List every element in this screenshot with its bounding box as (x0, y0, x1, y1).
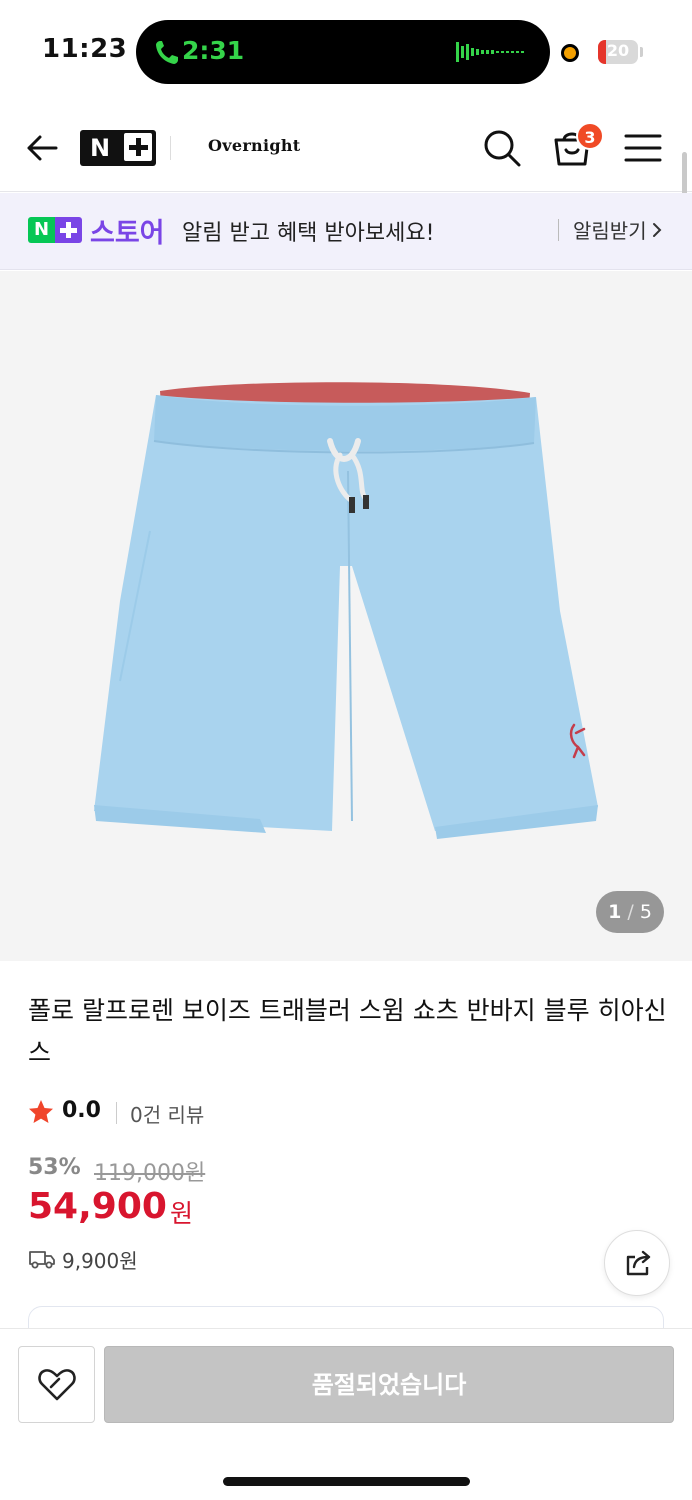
heart-icon (38, 1369, 76, 1401)
dynamic-island[interactable]: 2:31 (136, 20, 550, 84)
header-divider (170, 136, 171, 160)
banner-store-label: 스토어 (90, 218, 165, 249)
product-title: 폴로 랄프로렌 보이즈 트래블러 스윔 쇼츠 반바지 블루 히아신스 (28, 996, 667, 1067)
notification-banner[interactable]: N 스토어 알림 받고 혜택 받아보세요! 알림받기 (0, 193, 692, 270)
naver-n-mark: N (90, 134, 111, 162)
plus-icon (124, 133, 152, 161)
notify-me-button[interactable]: 알림받기 (573, 215, 647, 244)
share-button[interactable] (604, 1230, 670, 1296)
home-indicator[interactable] (223, 1477, 470, 1486)
mic-indicator-icon (561, 44, 579, 62)
bottom-action-bar: 품절되었습니다 (0, 1328, 692, 1500)
banner-divider (558, 219, 559, 241)
naver-plus-logo[interactable]: N (80, 130, 156, 166)
hamburger-menu-icon[interactable] (624, 132, 662, 164)
top-header: N Overnight 3 (0, 100, 692, 192)
original-price: 119,000원 (94, 1161, 206, 1186)
audio-waveform-icon (456, 42, 524, 62)
battery-icon: 20 (598, 40, 638, 64)
call-duration: 2:31 (182, 36, 245, 65)
review-count-link[interactable]: 0건 리뷰 (130, 1099, 204, 1128)
status-bar: 11:23 2:31 20 (0, 0, 692, 100)
swim-shorts-image (94, 382, 598, 839)
rating-divider (116, 1102, 117, 1124)
phone-call-icon (156, 41, 178, 64)
image-current-index: 1 (608, 901, 622, 923)
image-counter-separator: / (627, 901, 634, 923)
delivery-truck-icon (29, 1251, 55, 1269)
battery-tip (640, 47, 643, 57)
star-icon (29, 1100, 53, 1123)
product-image-carousel[interactable]: 1 / 5 (0, 271, 692, 961)
battery-percent: 20 (606, 41, 630, 60)
store-brand-name[interactable]: Overnight (208, 136, 300, 155)
banner-message: 알림 받고 혜택 받아보세요! (182, 221, 435, 246)
naver-plus-store-logo: N (28, 217, 82, 243)
share-icon (626, 1250, 651, 1276)
naver-n-mark: N (28, 217, 55, 243)
cart-count-badge: 3 (576, 122, 604, 150)
image-total-count: 5 (639, 901, 652, 923)
back-arrow-icon[interactable] (24, 130, 60, 166)
price-currency-unit: 원 (170, 1199, 194, 1228)
search-icon[interactable] (482, 128, 522, 168)
chevron-right-icon (653, 223, 662, 237)
status-time: 11:23 (42, 34, 128, 64)
sold-out-button[interactable]: 품절되었습니다 (104, 1346, 674, 1423)
image-page-counter: 1 / 5 (596, 891, 664, 933)
sale-price: 54,900 (28, 1186, 167, 1227)
shipping-fee: 9,900원 (62, 1249, 138, 1273)
discount-rate: 53% (28, 1155, 81, 1180)
plus-icon (55, 217, 82, 243)
wishlist-button[interactable] (18, 1346, 95, 1423)
rating-score: 0.0 (62, 1098, 101, 1123)
